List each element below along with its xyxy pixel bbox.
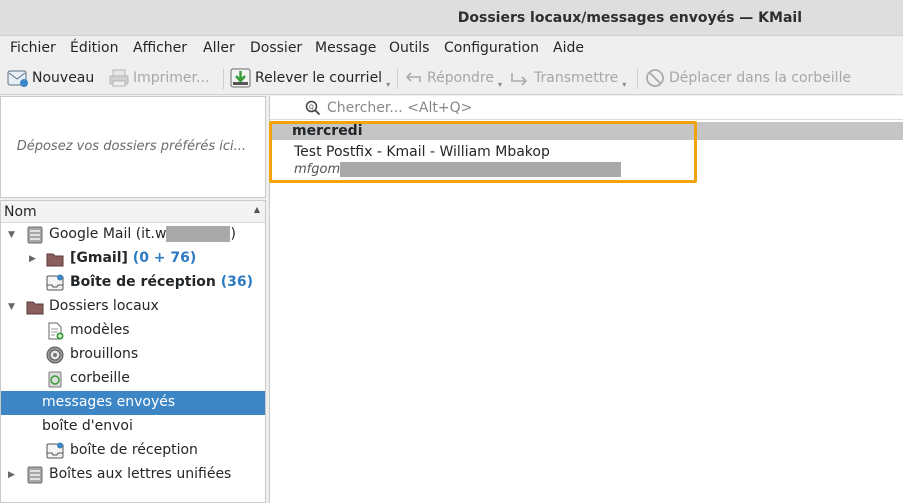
main-toolbar: Nouveau Imprimer... Relever le courriel … [0, 61, 903, 95]
reply-label: Répondre [427, 70, 494, 86]
folder-tree-header[interactable]: Nom ▲ [1, 201, 265, 223]
menu-message[interactable]: Message [315, 40, 376, 56]
forward-label: Transmettre [534, 70, 619, 86]
message-row[interactable]: Test Postfix - Kmail - William Mbakop mf… [270, 140, 903, 180]
reply-dropdown-icon[interactable]: ▾ [498, 80, 502, 89]
folder-label: [Gmail] [70, 250, 128, 266]
print-button[interactable]: Imprimer... [108, 66, 209, 90]
forward-icon [511, 73, 528, 86]
reply-icon [405, 72, 421, 82]
toolbar-separator [397, 69, 398, 89]
message-subject: Test Postfix - Kmail - William Mbakop [294, 144, 550, 160]
folder-label: modèles [70, 322, 130, 338]
menu-dossier[interactable]: Dossier [250, 40, 302, 56]
sort-ascending-icon: ▲ [253, 205, 260, 214]
menu-fichier[interactable]: Fichier [10, 40, 56, 56]
folder-label: Boîtes aux lettres unifiées [49, 466, 232, 482]
expand-arrow-icon[interactable]: ▶ [29, 254, 36, 264]
folder-item-google-mail[interactable]: ▼ Google Mail (it.w) [1, 223, 265, 247]
unread-count: (0 + 76) [132, 250, 197, 266]
search-icon: Q [305, 100, 321, 116]
print-label: Imprimer... [133, 70, 210, 86]
redacted-block [166, 226, 231, 242]
new-mail-icon [7, 70, 28, 87]
template-icon [48, 322, 64, 340]
message-sender: mfgom [294, 162, 341, 177]
fetch-label: Relever le courriel [255, 70, 383, 86]
menu-outils[interactable]: Outils [389, 40, 429, 56]
folder-label: Boîte de réception [70, 274, 216, 290]
collapse-arrow-icon[interactable]: ▼ [8, 230, 15, 240]
folder-item-gmail[interactable]: ▶ [Gmail] (0 + 76) [1, 247, 265, 271]
trash-icon [48, 371, 62, 388]
date-group-header[interactable]: mercredi [270, 122, 903, 140]
move-to-trash-button[interactable]: Déplacer dans la corbeille [644, 66, 851, 90]
fetch-mail-button[interactable]: Relever le courriel ▾ [230, 66, 390, 90]
fetch-dropdown-icon[interactable]: ▾ [386, 80, 390, 89]
forbidden-icon [646, 69, 664, 87]
reply-button[interactable]: Répondre ▾ [402, 66, 502, 90]
menu-bar: Fichier Édition Afficher Aller Dossier M… [0, 36, 903, 61]
inbox-icon [46, 442, 64, 459]
folder-item-local-inbox[interactable]: boîte de réception [1, 439, 265, 463]
download-icon [230, 68, 251, 88]
inbox-icon [46, 274, 64, 291]
menu-edition[interactable]: Édition [70, 40, 118, 56]
title-bar: Dossiers locaux/messages envoyés — KMail [0, 0, 903, 36]
name-column-header: Nom [4, 204, 37, 220]
redacted-block [340, 162, 622, 177]
folder-label: corbeille [70, 370, 130, 386]
new-button[interactable]: Nouveau [7, 66, 94, 90]
folder-item-local-folders[interactable]: ▼ Dossiers locaux [1, 295, 265, 319]
menu-afficher[interactable]: Afficher [133, 40, 187, 56]
favorite-folders-pane[interactable]: Déposez vos dossiers préférés ici... [0, 96, 266, 198]
server-icon [27, 226, 43, 244]
folder-label: brouillons [70, 346, 139, 362]
folder-item-inbox[interactable]: Boîte de réception (36) [1, 271, 265, 295]
server-icon [27, 466, 43, 484]
folder-icon [26, 301, 44, 315]
folder-item-trash[interactable]: corbeille [1, 367, 265, 391]
search-placeholder: Chercher... <Alt+Q> [327, 100, 473, 116]
folder-label: messages envoyés [42, 394, 176, 410]
folder-item-drafts[interactable]: brouillons [1, 343, 265, 367]
menu-aide[interactable]: Aide [553, 40, 584, 56]
folder-label: boîte de réception [70, 442, 198, 458]
collapse-arrow-icon[interactable]: ▼ [8, 302, 15, 312]
folder-label: Google Mail (it.w [49, 226, 167, 242]
folder-label: boîte d'envoi [42, 418, 133, 434]
forward-button[interactable]: Transmettre ▾ [509, 66, 626, 90]
toolbar-separator [223, 69, 224, 89]
menu-aller[interactable]: Aller [203, 40, 235, 56]
message-list-pane[interactable]: Q Chercher... <Alt+Q> mercredi Test Post… [269, 96, 903, 503]
search-input[interactable]: Q Chercher... <Alt+Q> [270, 96, 903, 120]
folder-item-outbox[interactable]: boîte d'envoi [1, 415, 265, 439]
folder-item-unified-mailboxes[interactable]: ▶ Boîtes aux lettres unifiées [1, 463, 265, 487]
folder-item-templates[interactable]: modèles [1, 319, 265, 343]
folder-label: Dossiers locaux [49, 298, 159, 314]
expand-arrow-icon[interactable]: ▶ [8, 470, 15, 480]
menu-configuration[interactable]: Configuration [444, 40, 539, 56]
window-title: Dossiers locaux/messages envoyés — KMail [457, 10, 802, 26]
unread-count: (36) [220, 274, 253, 290]
toolbar-separator [637, 69, 638, 89]
printer-icon [109, 69, 129, 87]
folder-item-sent[interactable]: messages envoyés [1, 391, 265, 415]
new-label: Nouveau [32, 70, 95, 86]
trash-label: Déplacer dans la corbeille [669, 70, 852, 86]
forward-dropdown-icon[interactable]: ▾ [622, 80, 626, 89]
svg-text:Q: Q [309, 104, 314, 111]
date-group-label: mercredi [292, 123, 363, 139]
favorites-placeholder: Déposez vos dossiers préférés ici... [16, 139, 246, 154]
folder-icon [46, 253, 64, 267]
folder-tree[interactable]: Nom ▲ ▼ Google Mail (it.w) ▶ [Gmail] (0 … [0, 200, 266, 503]
gear-icon [46, 346, 64, 364]
folder-label-suffix: ) [230, 226, 236, 242]
